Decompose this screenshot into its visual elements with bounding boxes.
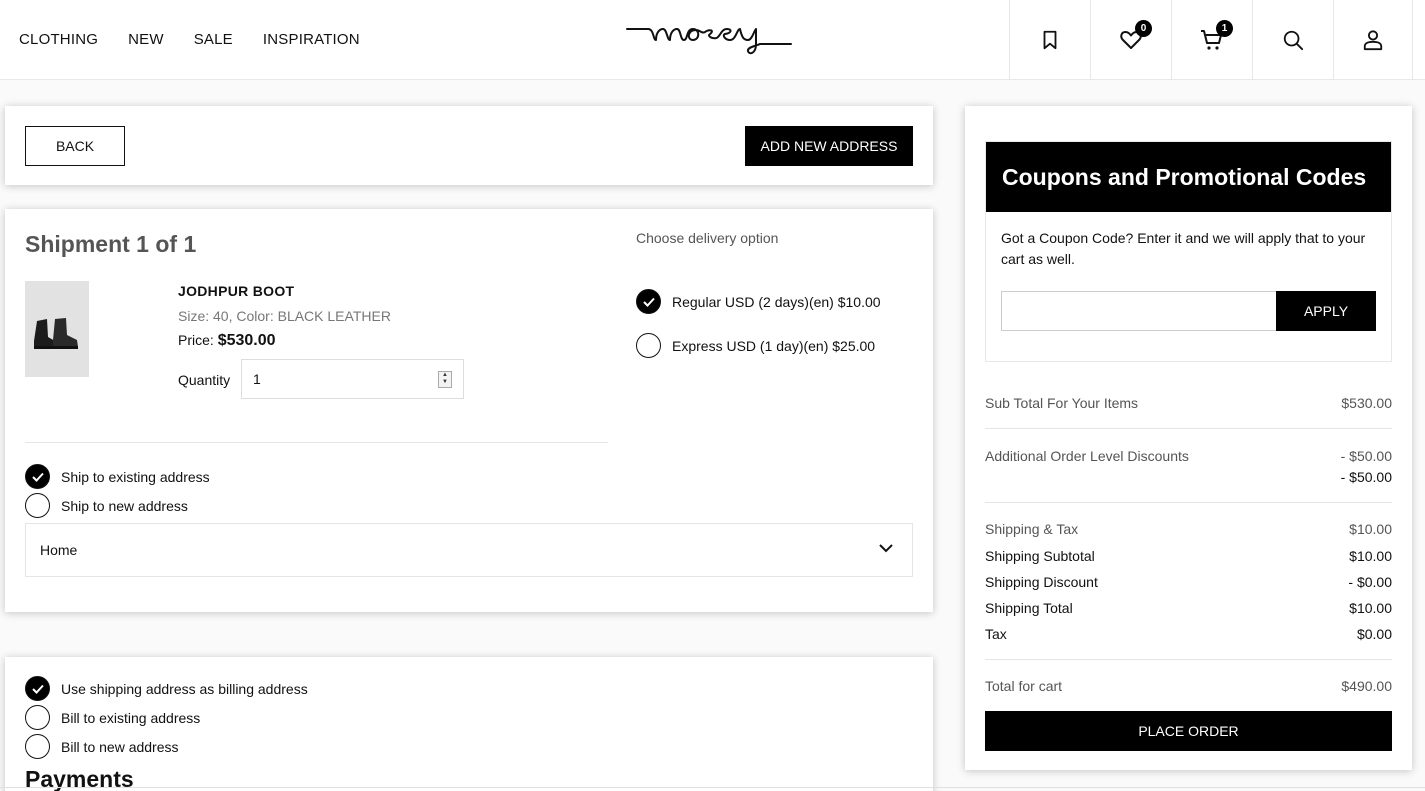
shipping-subtotal-label: Shipping Subtotal [985,548,1095,564]
bookmark-button[interactable] [1009,0,1090,80]
radio-unchecked-icon[interactable] [25,493,50,518]
delivery-option-label: Regular USD (2 days)(en) $10.00 [672,293,881,310]
back-button[interactable]: BACK [25,126,125,166]
shipping-subtotal-row: Shipping Subtotal $10.00 [985,548,1392,564]
page-bottom-border [0,787,1425,788]
shipping-tax-label: Shipping & Tax [985,521,1079,537]
ship-to-new-address-option[interactable]: Ship to new address [25,493,188,518]
search-button[interactable] [1252,0,1333,80]
product-name[interactable]: JODHPUR BOOT [178,283,294,299]
header-icon-bar: 0 1 [1009,0,1425,80]
cart-total-label: Total for cart [985,678,1063,694]
bill-to-new-address-option[interactable]: Bill to new address [25,734,179,759]
shipping-total-value: $10.00 [1349,600,1392,616]
quantity-stepper[interactable]: 1 ▲ ▼ [241,359,464,399]
use-shipping-as-billing-option[interactable]: Use shipping address as billing address [25,676,308,701]
subtotal-label: Sub Total For Your Items [985,395,1139,411]
option-label: Ship to new address [61,497,188,514]
divider [25,442,608,443]
ship-to-existing-address-option[interactable]: Ship to existing address [25,464,210,489]
order-discount-row: Additional Order Level Discounts - $50.0… [985,448,1392,464]
delivery-option-regular[interactable]: Regular USD (2 days)(en) $10.00 [636,289,881,314]
shipping-discount-value: - $0.00 [1348,574,1392,590]
tax-value: $0.00 [1356,626,1392,642]
coupon-description: Got a Coupon Code? Enter it and we will … [1001,230,1366,267]
order-discount-label: Additional Order Level Discounts [985,448,1189,464]
radio-checked-icon[interactable] [636,289,661,314]
cart-button[interactable]: 1 [1171,0,1252,80]
address-select[interactable]: Home [25,523,913,577]
nav-new[interactable]: NEW [128,31,164,48]
apply-coupon-button[interactable]: APPLY [1276,291,1376,331]
cart-total-row: Total for cart $490.00 [985,678,1392,694]
radio-checked-icon[interactable] [25,676,50,701]
nav-sale[interactable]: SALE [194,31,233,48]
cart-total-value: $490.00 [1341,678,1392,694]
product-price: Price: $530.00 [178,332,276,350]
divider [985,659,1392,660]
chevron-down-icon [879,544,893,553]
search-icon [1283,30,1304,51]
wishlist-count-badge: 0 [1135,20,1152,37]
price-label: Price: [178,332,214,348]
order-summary-card: Coupons and Promotional Codes Got a Coup… [965,106,1412,770]
wishlist-button[interactable]: 0 [1090,0,1171,80]
option-label: Bill to existing address [61,709,201,726]
order-discount-row-2: - $50.00 [985,469,1392,485]
coupon-code-input[interactable] [1001,291,1277,331]
delivery-option-label: Express USD (1 day)(en) $25.00 [672,337,876,354]
tax-row: Tax $0.00 [985,626,1392,642]
quantity-label: Quantity [178,372,231,388]
coupon-panel: Coupons and Promotional Codes Got a Coup… [985,141,1392,362]
nav-inspiration[interactable]: INSPIRATION [263,31,360,48]
address-actions-card: BACK ADD NEW ADDRESS [5,106,933,185]
quantity-spinner-icon[interactable]: ▲ ▼ [438,371,452,388]
divider [985,428,1392,429]
shipping-tax-value: $10.00 [1349,521,1392,537]
bookmark-icon [1043,30,1057,50]
user-icon [1363,30,1383,51]
product-image [25,281,89,377]
cart-count-badge: 1 [1216,20,1233,37]
radio-unchecked-icon[interactable] [25,734,50,759]
address-select-value: Home [40,542,78,558]
brand-logo[interactable] [626,18,792,58]
add-new-address-button[interactable]: ADD NEW ADDRESS [745,126,913,166]
shipping-total-label: Shipping Total [985,600,1073,616]
shipping-discount-row: Shipping Discount - $0.00 [985,574,1392,590]
radio-unchecked-icon[interactable] [25,705,50,730]
delivery-option-title: Choose delivery option [636,230,779,246]
product-attributes: Size: 40, Color: BLACK LEATHER [178,308,391,324]
tax-label: Tax [985,626,1007,642]
account-button[interactable] [1333,0,1413,80]
shipping-tax-row: Shipping & Tax $10.00 [985,521,1392,537]
radio-unchecked-icon[interactable] [636,333,661,358]
subtotal-value: $530.00 [1341,395,1392,411]
bill-to-existing-address-option[interactable]: Bill to existing address [25,705,200,730]
subtotal-row: Sub Total For Your Items $530.00 [985,395,1392,411]
option-label: Bill to new address [61,738,179,755]
option-label: Ship to existing address [61,468,210,485]
shipping-total-row: Shipping Total $10.00 [985,600,1392,616]
option-label: Use shipping address as billing address [61,680,308,697]
site-header: CLOTHING NEW SALE INSPIRATION 0 1 [0,0,1425,80]
order-discount-value: - $50.00 [1340,448,1392,464]
place-order-button[interactable]: PLACE ORDER [985,711,1392,751]
divider [985,502,1392,503]
price-value: $530.00 [217,332,276,349]
shipment-title: Shipment 1 of 1 [25,231,197,257]
shipping-subtotal-value: $10.00 [1349,548,1392,564]
shipment-card: Shipment 1 of 1 JODHPUR BOOT Size: 40, C… [5,209,933,612]
delivery-option-express[interactable]: Express USD (1 day)(en) $25.00 [636,333,875,358]
radio-checked-icon[interactable] [25,464,50,489]
shipping-discount-label: Shipping Discount [985,574,1098,590]
billing-card: Use shipping address as billing address … [5,657,933,791]
coupon-title: Coupons and Promotional Codes [986,142,1391,212]
quantity-value: 1 [253,371,261,387]
order-discount-value: - $50.00 [1340,469,1392,485]
nav-clothing[interactable]: CLOTHING [19,31,98,48]
main-nav: CLOTHING NEW SALE INSPIRATION [19,31,390,48]
boot-image [34,318,78,349]
